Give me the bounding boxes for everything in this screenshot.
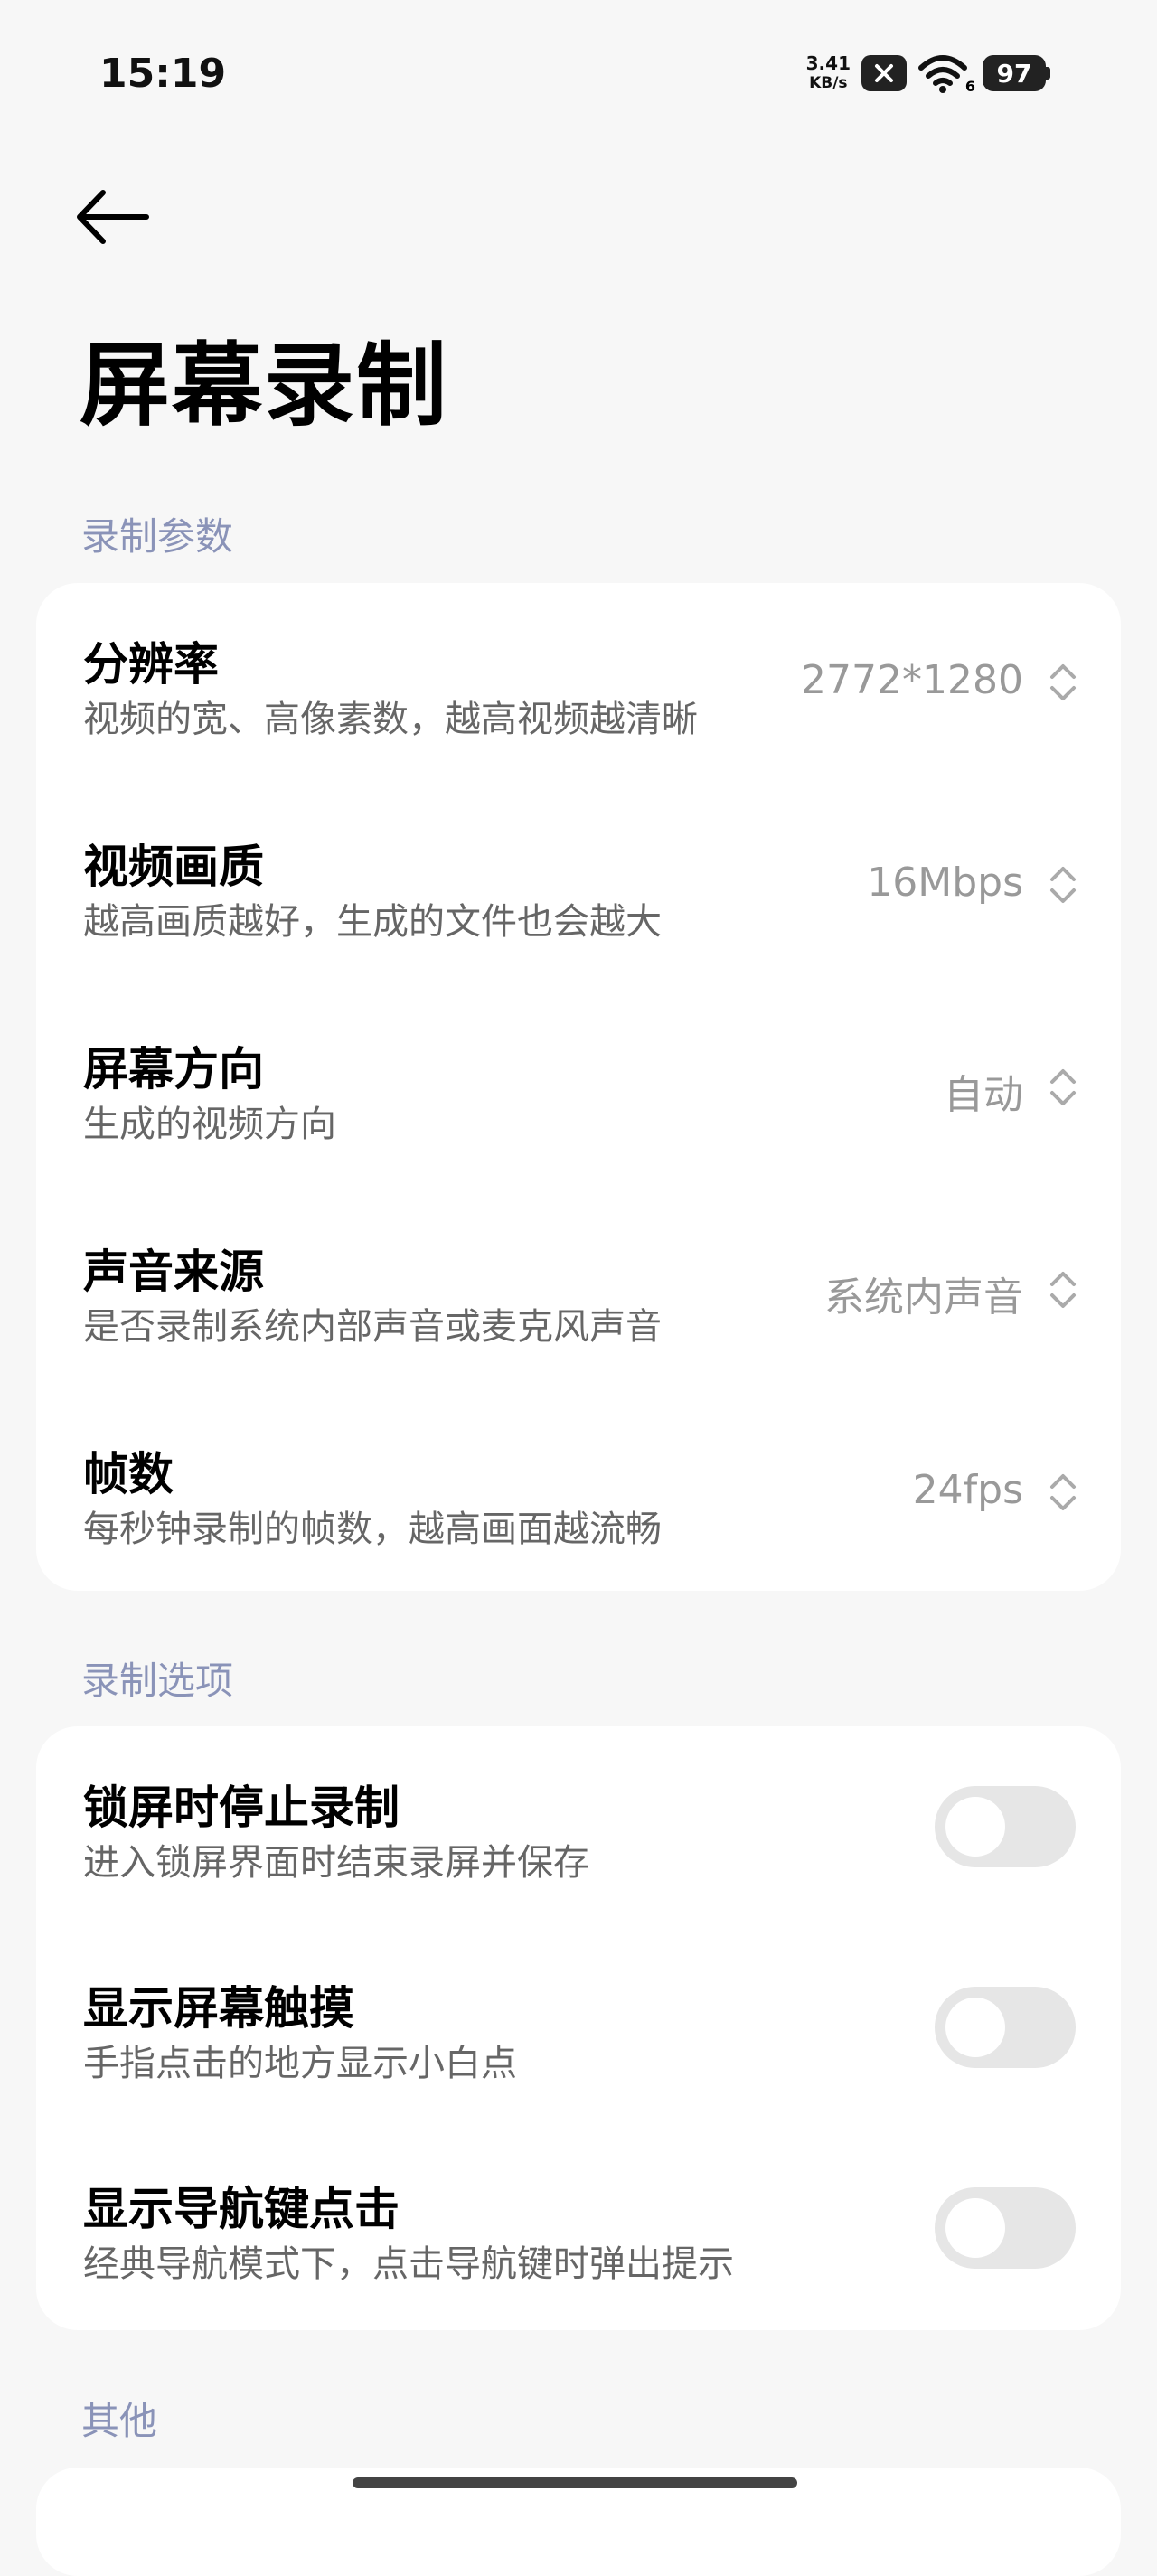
wifi-generation: 6 [964,78,975,95]
setting-description: 是否录制系统内部声音或麦克风声音 [83,1306,662,1348]
setting-title: 帧数 [83,1448,174,1500]
setting-row-screen-orientation[interactable]: 屏幕方向 生成的视频方向 自动 [36,988,1121,1190]
recording-options-card: 锁屏时停止录制 进入锁屏界面时结束录屏并保存 显示屏幕触摸 手指点击的地方显示小… [36,1726,1121,2330]
chevron-up-down-icon [1050,867,1076,903]
setting-row-audio-source[interactable]: 声音来源 是否录制系统内部声音或麦克风声音 系统内声音 [36,1190,1121,1393]
battery-icon: 97 [983,55,1050,91]
page-title: 屏幕录制 [80,333,448,438]
chevron-up-down-icon [1050,1069,1076,1105]
chevron-up-down-icon [1050,1474,1076,1510]
section-header-recording-params: 录制参数 [81,514,234,559]
setting-row-resolution[interactable]: 分辨率 视频的宽、高像素数，越高视频越清晰 2772*1280 [36,583,1121,785]
setting-row-frame-rate[interactable]: 帧数 每秒钟录制的帧数，越高画面越流畅 24fps [36,1393,1121,1595]
setting-row-show-nav-clicks[interactable]: 显示导航键点击 经典导航模式下，点击导航键时弹出提示 [36,2128,1121,2330]
toggle-knob [945,1998,1005,2057]
show-touches-toggle[interactable] [935,1987,1076,2068]
status-time: 15:19 [99,51,227,97]
x-box-icon [861,55,907,91]
setting-value[interactable]: 自动 [944,1062,1023,1120]
setting-title: 锁屏时停止录制 [83,1782,400,1834]
setting-row-video-quality[interactable]: 视频画质 越高画质越好，生成的文件也会越大 16Mbps [36,785,1121,988]
setting-description: 生成的视频方向 [83,1104,336,1145]
back-button[interactable] [71,181,161,253]
network-speed-value: 3.41 [805,52,851,74]
section-header-other: 其他 [81,2399,158,2443]
setting-title: 显示屏幕触摸 [83,1982,354,2035]
wifi-icon: 6 [917,53,975,95]
setting-value[interactable]: 24fps [913,1467,1023,1513]
setting-description: 经典导航模式下，点击导航键时弹出提示 [83,2243,734,2285]
show-nav-clicks-toggle[interactable] [935,2187,1076,2269]
setting-title: 声音来源 [83,1246,264,1298]
setting-value[interactable]: 16Mbps [867,860,1023,906]
setting-row-show-touches[interactable]: 显示屏幕触摸 手指点击的地方显示小白点 [36,1927,1121,2129]
status-icons: 3.41 KB/s 6 97 [806,51,1050,96]
setting-value[interactable]: 系统内声音 [824,1264,1023,1322]
setting-value[interactable]: 2772*1280 [801,657,1023,703]
network-speed: 3.41 KB/s [806,53,851,93]
arrow-left-icon [77,190,149,244]
section-header-recording-options: 录制选项 [81,1659,234,1703]
setting-description: 进入锁屏界面时结束录屏并保存 [83,1842,589,1884]
recording-params-card: 分辨率 视频的宽、高像素数，越高视频越清晰 2772*1280 视频画质 越高画… [36,583,1121,1591]
stop-on-lock-toggle[interactable] [935,1786,1076,1867]
setting-title: 视频画质 [83,841,264,893]
chevron-up-down-icon [1050,1272,1076,1308]
toggle-knob [945,1797,1005,1857]
battery-level: 97 [983,55,1046,91]
setting-description: 视频的宽、高像素数，越高视频越清晰 [83,699,698,740]
chevron-up-down-icon [1050,664,1076,700]
setting-title: 屏幕方向 [83,1043,264,1095]
network-speed-unit: KB/s [809,74,848,92]
setting-description: 每秒钟录制的帧数，越高画面越流畅 [83,1509,662,1550]
status-bar: 15:19 3.41 KB/s 6 97 [0,0,1157,154]
setting-description: 越高画质越好，生成的文件也会越大 [83,901,662,943]
setting-title: 分辨率 [83,638,219,691]
setting-description: 手指点击的地方显示小白点 [83,2043,517,2084]
toggle-knob [945,2198,1005,2258]
setting-title: 显示导航键点击 [83,2183,400,2235]
home-indicator[interactable] [353,2477,797,2488]
setting-row-stop-on-lock[interactable]: 锁屏时停止录制 进入锁屏界面时结束录屏并保存 [36,1726,1121,1929]
